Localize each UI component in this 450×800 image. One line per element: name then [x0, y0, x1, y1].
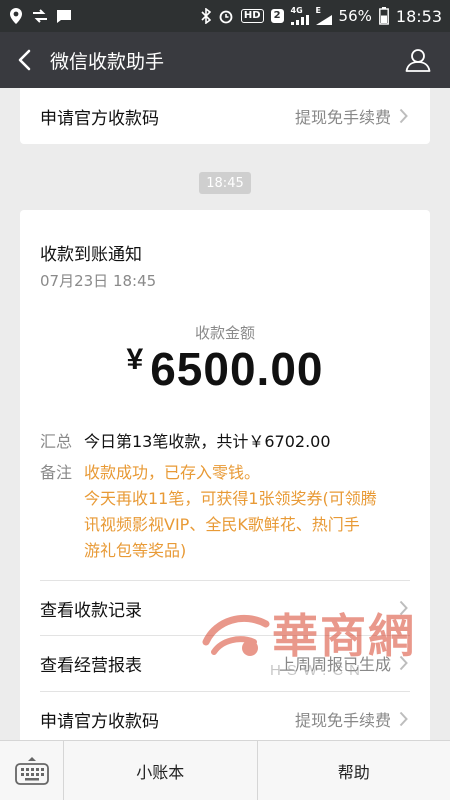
row-right: 上周周报已生成 — [279, 651, 408, 675]
signal-type-label: 4G — [290, 6, 303, 15]
battery-percent: 56% — [338, 7, 372, 25]
summary-field: 汇总 今日第13笔收款，共计￥6702.00 — [40, 429, 410, 455]
tab-help[interactable]: 帮助 — [256, 741, 450, 800]
previous-message-card: 申请官方收款码 提现免手续费 — [20, 88, 430, 144]
row-right: 提现免手续费 — [295, 104, 408, 128]
remark-value: 收款成功，已存入零钱。 今天再收11笔，可获得1张领奖券(可领腾 讯视频影视VI… — [84, 460, 377, 564]
person-icon — [405, 48, 431, 72]
notice-title: 收款到账通知 — [40, 245, 142, 265]
remark-line: 游礼包等奖品) — [84, 541, 187, 560]
view-report-row[interactable]: 查看经营报表 上周周报已生成 — [20, 636, 430, 690]
profile-button[interactable] — [398, 40, 438, 80]
row-right — [391, 600, 408, 616]
amount-value: ¥6500.00 — [20, 342, 430, 396]
hd-badge: HD — [240, 9, 264, 23]
clock: 18:53 — [395, 6, 442, 26]
remark-line: 收款成功，已存入零钱。 — [84, 463, 261, 482]
row-hint: 上周周报已生成 — [278, 655, 391, 674]
row-hint: 提现免手续费 — [294, 711, 391, 730]
remark-key: 备注 — [40, 463, 73, 482]
remark-field: 备注 收款成功，已存入零钱。 今天再收11笔，可获得1张领奖券(可领腾 讯视频影… — [40, 460, 410, 564]
row-label: 申请官方收款码 — [40, 108, 159, 129]
tab-ledger[interactable]: 小账本 — [64, 741, 257, 800]
row-label: 查看收款记录 — [40, 600, 142, 621]
apply-code-row[interactable]: 申请官方收款码 提现免手续费 — [20, 692, 430, 740]
remark-line: 今天再收11笔，可获得1张领奖券(可领腾 — [84, 489, 377, 508]
remark-line: 讯视频影视VIP、全民K歌鲜花、热门手 — [84, 515, 360, 534]
status-bar: HD 2 4G E 56% 18:53 — [0, 0, 450, 32]
summary-key: 汇总 — [40, 432, 73, 451]
alarm-icon — [218, 8, 234, 24]
row-right: 提现免手续费 — [295, 707, 408, 731]
payment-notice-card[interactable]: 收款到账通知 07月23日 18:45 收款金额 ¥6500.00 汇总 今日第… — [20, 210, 430, 740]
currency-symbol: ¥ — [126, 343, 145, 376]
location-pin-icon — [8, 7, 24, 25]
timestamp-pill: 18:45 — [199, 172, 251, 194]
back-arrow-icon — [17, 49, 31, 71]
signal-e-icon: E — [315, 6, 332, 25]
bluetooth-icon — [201, 8, 211, 24]
row-hint: 提现免手续费 — [294, 108, 391, 127]
summary-value: 今日第13笔收款，共计￥6702.00 — [84, 432, 331, 451]
page-title: 微信收款助手 — [50, 50, 165, 73]
apply-code-row-top[interactable]: 申请官方收款码 提现免手续费 — [20, 88, 430, 144]
amount-number: 6500.00 — [150, 343, 324, 395]
bottom-bar: 小账本 帮助 — [0, 740, 450, 800]
e-label: E — [315, 6, 322, 15]
chevron-right-icon — [399, 108, 408, 124]
amount-label: 收款金额 — [194, 324, 255, 342]
keyboard-toggle-button[interactable] — [0, 741, 64, 800]
keyboard-icon — [14, 756, 50, 786]
notice-datetime: 07月23日 18:45 — [40, 272, 157, 290]
battery-icon — [378, 7, 389, 25]
message-list[interactable]: 申请官方收款码 提现免手续费 18:45 收款到账通知 07月23日 18:45… — [0, 88, 450, 740]
message-icon — [56, 9, 72, 24]
sim-badge: 2 — [270, 9, 284, 23]
chevron-right-icon — [399, 711, 408, 727]
row-label: 查看经营报表 — [40, 655, 142, 676]
data-transfer-icon — [31, 9, 49, 23]
chevron-right-icon — [399, 600, 408, 616]
back-button[interactable] — [0, 32, 48, 88]
signal-4g-icon: 4G — [290, 6, 309, 25]
chevron-right-icon — [399, 655, 408, 671]
view-records-row[interactable]: 查看收款记录 — [20, 581, 430, 635]
row-label: 申请官方收款码 — [40, 711, 159, 732]
title-bar: 微信收款助手 — [0, 32, 450, 88]
